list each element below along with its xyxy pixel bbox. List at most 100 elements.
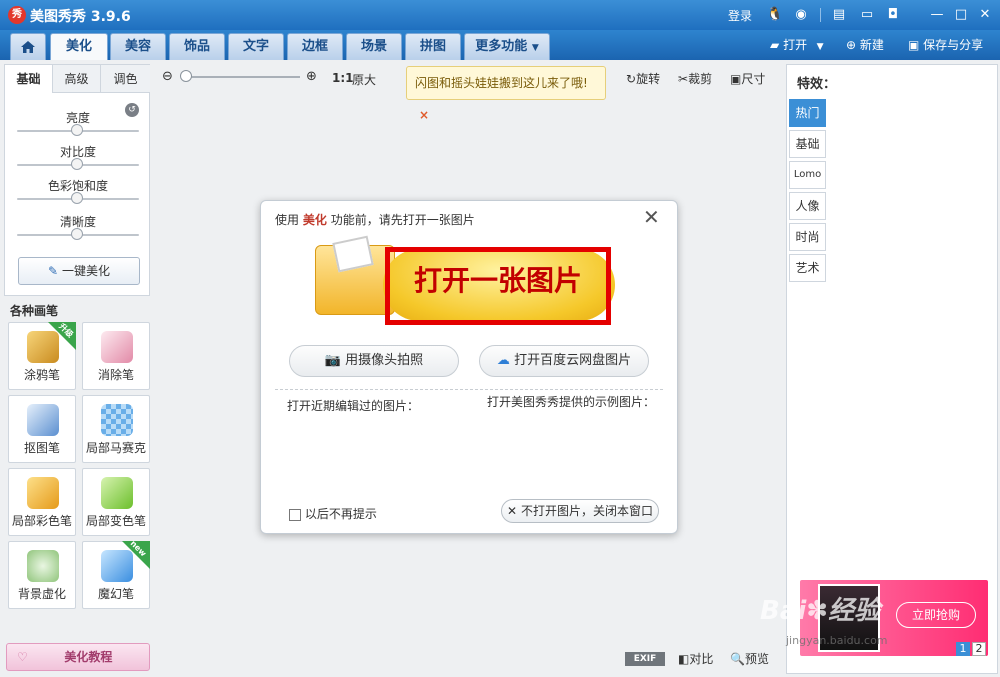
open-menu[interactable]: ▰ 打开 ▼ <box>770 36 824 53</box>
zoom-in-icon[interactable]: ⊕ <box>306 69 317 84</box>
tab-more-label: 更多功能 <box>475 39 528 54</box>
tab-text[interactable]: 文字 <box>228 33 284 60</box>
magic-brush-label: 魔幻笔 <box>97 587 134 601</box>
fx-tab-basic[interactable]: 基础 <box>789 130 826 158</box>
tip-banner: 闪图和摇头娃娃搬到这儿来了哦! × <box>406 66 606 122</box>
adjust-panel: 基础 高级 调色 ↺ 亮度 对比度 色彩饱和度 清晰度 ✎ 一键美化 <box>4 64 150 296</box>
no-prompt-label: 以后不再提示 <box>304 507 377 521</box>
one-click-beautify-button[interactable]: ✎ 一键美化 <box>18 257 140 285</box>
mosaic-icon <box>101 404 133 436</box>
fx-tab-lomo[interactable]: Lomo <box>789 161 826 189</box>
tab-beautify[interactable]: 美化 <box>50 33 108 60</box>
dialog-keyword: 美化 <box>302 213 327 227</box>
app-logo: 秀 <box>8 6 26 24</box>
maximize-icon[interactable]: □ <box>952 6 970 24</box>
dialog-header: 使用 美化 功能前，请先打开一张图片 <box>275 211 475 228</box>
tab-scene[interactable]: 场景 <box>346 33 402 60</box>
subtab-color[interactable]: 调色 <box>101 65 150 93</box>
cutout-pen-icon <box>27 404 59 436</box>
main-nav: 美化 美容 饰品 文字 边框 场景 拼图 更多功能 ▼ ▰ 打开 ▼ ⊕ 新建 … <box>0 30 1000 60</box>
background-blur-brush[interactable]: 背景虚化 <box>8 541 76 609</box>
resize-button[interactable]: ▣尺寸 <box>730 70 765 87</box>
title-bar: 秀 美图秀秀 3.9.6 登录 🐧 ◉ ▤ ▭ ◘ — □ ✕ <box>0 0 1000 30</box>
subtab-advanced[interactable]: 高级 <box>53 65 101 93</box>
divider <box>820 8 821 22</box>
exif-label: EXIF <box>633 654 657 664</box>
eraser-brush[interactable]: 消除笔 <box>82 322 150 390</box>
fx-tab-hot[interactable]: 热门 <box>789 99 826 127</box>
tab-accessories[interactable]: 饰品 <box>169 33 225 60</box>
weibo-icon[interactable]: ◉ <box>792 6 810 24</box>
open-image-label: 打开一张图片 <box>413 264 582 297</box>
zoom-slider[interactable] <box>184 76 300 78</box>
close-dialog-button[interactable]: ✕ 不打开图片，关闭本窗口 <box>501 499 659 523</box>
rotate-button[interactable]: ↻旋转 <box>626 70 660 87</box>
rotate-label: 旋转 <box>636 72 661 86</box>
close-dialog-label: 不打开图片，关闭本窗口 <box>520 504 653 518</box>
home-tab[interactable] <box>10 33 46 60</box>
baidu-cloud-button[interactable]: ☁ 打开百度云网盘图片 <box>479 345 649 377</box>
subtab-basic[interactable]: 基础 <box>5 65 53 93</box>
ad-page-2[interactable]: 2 <box>972 642 986 656</box>
chevron-down-icon: ▼ <box>531 43 539 53</box>
magic-brush[interactable]: new 魔幻笔 <box>82 539 150 609</box>
dialog-close-icon[interactable]: ✕ <box>643 205 660 229</box>
chat-icon[interactable]: ▭ <box>858 6 876 24</box>
no-prompt-option[interactable]: 以后不再提示 <box>289 505 377 522</box>
ad-page-1[interactable]: 1 <box>956 642 970 656</box>
save-icon: ▣ <box>908 38 920 52</box>
dialog-suffix: 功能前，请先打开一张图片 <box>330 213 475 227</box>
scissors-icon: ✂ <box>678 72 689 86</box>
resize-icon: ▣ <box>730 72 742 86</box>
cutout-brush[interactable]: 抠图笔 <box>8 395 76 463</box>
compare-label: 对比 <box>689 652 714 666</box>
mosaic-brush[interactable]: 局部马赛克 <box>82 395 150 463</box>
original-size-button[interactable]: 原大 <box>352 71 376 88</box>
zoom-out-icon[interactable]: ⊖ <box>162 69 173 84</box>
compare-button[interactable]: ◧对比 <box>678 650 713 667</box>
close-icon[interactable]: ✕ <box>976 6 994 24</box>
fx-tab-fashion[interactable]: 时尚 <box>789 223 826 251</box>
exif-button[interactable]: EXIF <box>625 652 665 666</box>
saturation-knob[interactable] <box>71 192 83 204</box>
doodle-brush[interactable]: 升级 涂鸦笔 <box>8 322 76 390</box>
color-brush[interactable]: 局部彩色笔 <box>8 468 76 536</box>
tip-close-icon[interactable]: × <box>419 108 429 122</box>
tab-more[interactable]: 更多功能 ▼ <box>464 33 550 60</box>
login-link[interactable]: 登录 <box>728 7 752 24</box>
skin-icon[interactable]: ◘ <box>884 6 902 24</box>
sharpness-knob[interactable] <box>71 228 83 240</box>
home-icon <box>21 41 35 53</box>
camera-button[interactable]: 📷 用摄像头拍照 <box>289 345 459 377</box>
new-button[interactable]: ⊕ 新建 <box>846 36 884 53</box>
recolor-brush[interactable]: 局部变色笔 <box>82 468 150 536</box>
preview-icon: 🔍 <box>730 652 745 666</box>
tutorial-label: 美化教程 <box>64 650 113 664</box>
recolor-brush-label: 局部变色笔 <box>85 514 146 528</box>
tab-beauty[interactable]: 美容 <box>110 33 166 60</box>
crop-button[interactable]: ✂裁剪 <box>678 70 712 87</box>
fx-tab-art[interactable]: 艺术 <box>789 254 826 282</box>
tab-frame[interactable]: 边框 <box>287 33 343 60</box>
preview-button[interactable]: 🔍预览 <box>730 650 769 667</box>
ad-buy-button[interactable]: 立即抢购 <box>896 602 976 628</box>
paint-brush-icon <box>27 477 59 509</box>
brightness-knob[interactable] <box>71 124 83 136</box>
resize-label: 尺寸 <box>741 72 766 86</box>
dialog-prefix: 使用 <box>275 213 300 227</box>
notice-icon[interactable]: ▤ <box>830 6 848 24</box>
plus-icon: ⊕ <box>846 38 857 52</box>
no-prompt-checkbox[interactable] <box>289 508 301 521</box>
dialog-divider <box>275 389 663 390</box>
zoom-knob[interactable] <box>180 70 192 82</box>
sample-images-label: 打开美图秀秀提供的示例图片： <box>487 395 656 409</box>
save-share-button[interactable]: ▣ 保存与分享 <box>908 36 983 53</box>
fx-tab-portrait[interactable]: 人像 <box>789 192 826 220</box>
minimize-icon[interactable]: — <box>928 6 946 24</box>
tab-collage[interactable]: 拼图 <box>405 33 461 60</box>
qq-icon[interactable]: 🐧 <box>766 6 784 24</box>
contrast-knob[interactable] <box>71 158 83 170</box>
tutorial-button[interactable]: ♡ 美化教程 <box>6 643 150 671</box>
paint-bucket-icon <box>101 477 133 509</box>
ratio-button[interactable]: 1:1 <box>332 71 354 85</box>
